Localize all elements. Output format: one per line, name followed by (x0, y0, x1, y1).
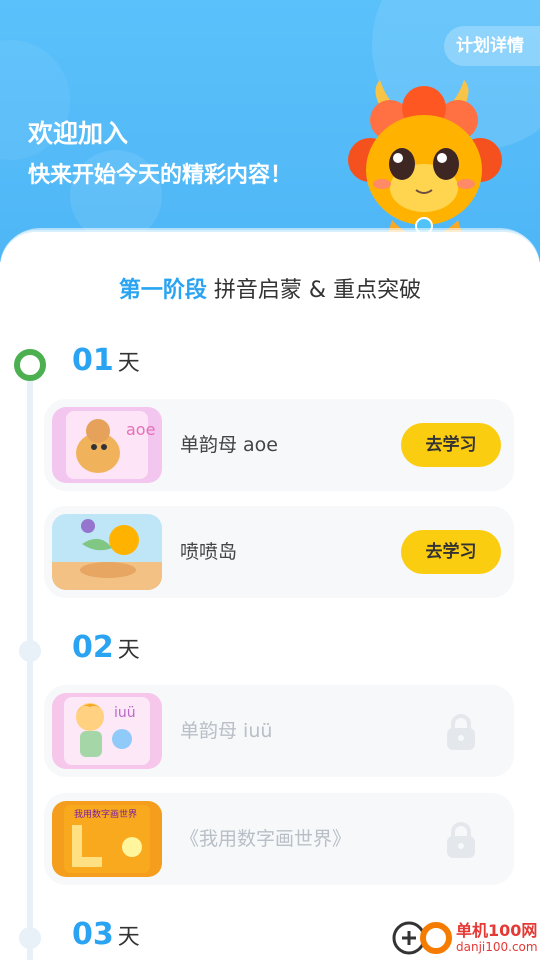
lock-icon (447, 822, 475, 858)
day-label-01: 01 天 (72, 343, 140, 378)
lesson-title: 单韵母 iuü (180, 720, 273, 742)
lesson-thumbnail (52, 514, 162, 590)
thumb-title: 我用数字画世界 (74, 808, 137, 820)
go-study-button[interactable]: 去学习 (401, 423, 501, 467)
header-banner: 计划详情 欢迎加入 快来开始今天的精彩内容！ (0, 0, 540, 262)
stage-name: 拼音启蒙 & 重点突破 (213, 278, 422, 303)
timeline-dot (19, 640, 41, 662)
go-study-button[interactable]: 去学习 (401, 530, 501, 574)
watermark-brand: 单机100网 (456, 921, 538, 940)
lesson-item-iuu[interactable]: iuü 单韵母 iuü (44, 685, 514, 777)
welcome-subtitle: 快来开始今天的精彩内容！ (28, 163, 293, 188)
lesson-title: 喷喷岛 (180, 541, 238, 563)
lesson-item-aoe[interactable]: aoe 单韵母 aoe 去学习 (44, 399, 514, 491)
day-unit: 天 (117, 925, 140, 950)
lesson-item-number-world[interactable]: 我用数字画世界 《我用数字画世界》 (44, 793, 514, 885)
lesson-item-penpen-island[interactable]: 喷喷岛 去学习 (44, 506, 514, 598)
thumb-letters: aoe (126, 420, 155, 439)
day-number: 02 (72, 630, 114, 665)
timeline-line (27, 368, 33, 960)
day-unit: 天 (117, 638, 140, 663)
lesson-title: 《我用数字画世界》 (180, 828, 352, 850)
watermark-url: danji100.com (456, 940, 538, 954)
lock-icon (447, 714, 475, 750)
lesson-title: 单韵母 aoe (180, 434, 278, 456)
plan-detail-button[interactable]: 计划详情 (444, 26, 540, 66)
stage-highlight: 第一阶段 (118, 278, 207, 303)
day-unit: 天 (117, 351, 140, 376)
lesson-thumbnail: aoe (52, 407, 162, 483)
day-number: 03 (72, 917, 114, 952)
lesson-thumbnail: iuü (52, 693, 162, 769)
day-label-02: 02 天 (72, 630, 140, 665)
timeline-dot (19, 927, 41, 949)
welcome-title: 欢迎加入 (28, 119, 129, 148)
stage-title: 第一阶段 拼音启蒙 & 重点突破 (0, 272, 540, 304)
day-number: 01 (72, 343, 114, 378)
timeline-dot-active (14, 349, 46, 381)
thumb-letters: iuü (114, 705, 136, 721)
day-label-03: 03 天 (72, 917, 140, 952)
lesson-thumbnail: 我用数字画世界 (52, 801, 162, 877)
